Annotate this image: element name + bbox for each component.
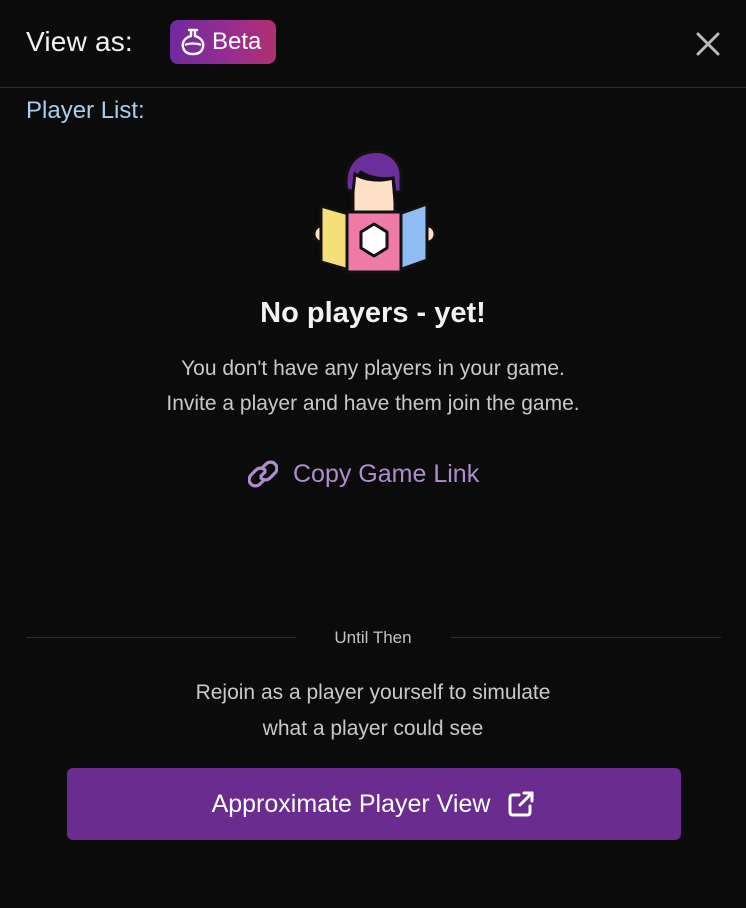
close-icon[interactable] (694, 30, 722, 58)
external-link-icon (508, 791, 534, 817)
beta-role-selector[interactable]: Beta (170, 20, 276, 64)
rejoin-description-line2: what a player could see (262, 717, 484, 740)
copy-game-link-label: Copy Game Link (293, 459, 480, 488)
player-list-heading: Player List: (26, 97, 145, 124)
until-then-divider-label: Until Then (334, 628, 412, 647)
link-icon (248, 460, 278, 488)
beta-label: Beta (212, 28, 262, 55)
flask-icon (181, 28, 205, 56)
player-reading-book-illustration (312, 150, 437, 274)
rejoin-description-line1: Rejoin as a player yourself to simulate (195, 681, 551, 704)
empty-state-description-line2: Invite a player and have them join the g… (166, 392, 580, 415)
empty-state-title: No players - yet! (260, 297, 486, 329)
dialog-header: View as: Beta (0, 0, 746, 88)
approximate-player-view-label: Approximate Player View (211, 789, 491, 818)
approximate-player-view-button[interactable]: Approximate Player View (67, 768, 681, 840)
copy-game-link-button[interactable]: Copy Game Link (248, 456, 479, 492)
empty-state-description-line1: You don't have any players in your game. (181, 357, 565, 380)
view-as-label: View as: (26, 26, 133, 57)
